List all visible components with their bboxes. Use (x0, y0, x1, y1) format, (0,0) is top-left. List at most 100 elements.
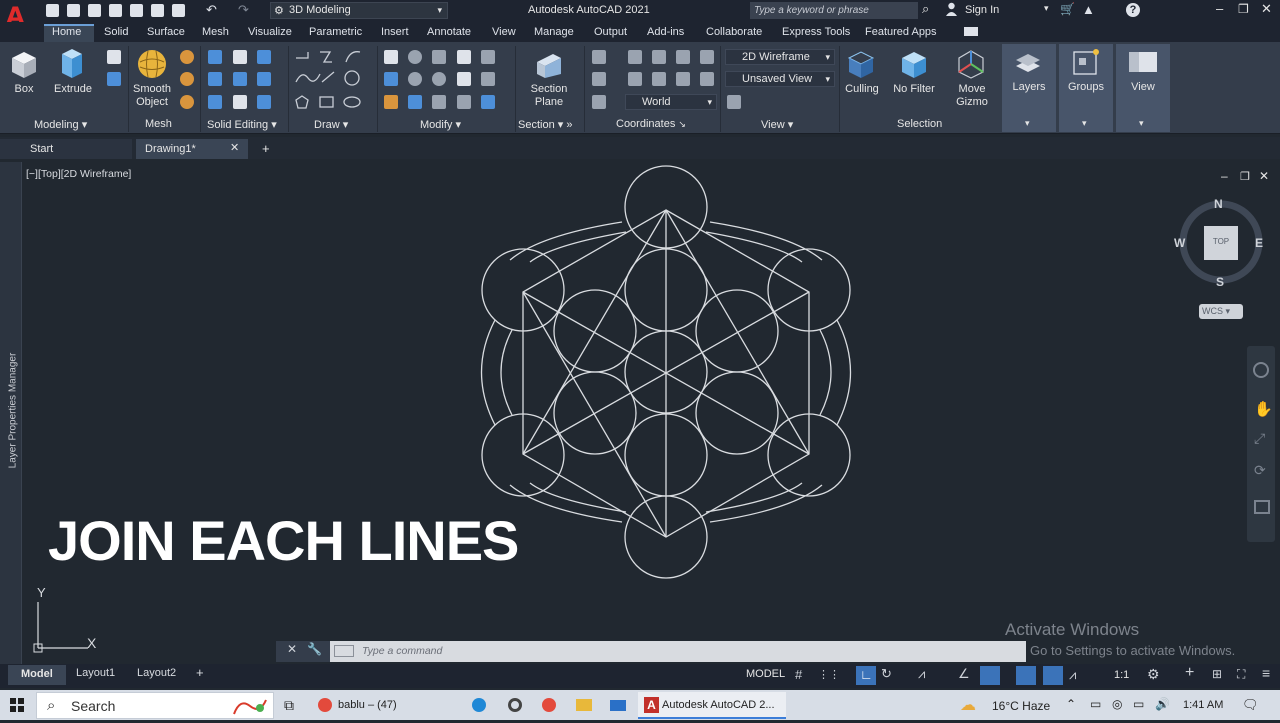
fillet-icon[interactable] (481, 72, 495, 86)
weather-icon[interactable]: ☁ (960, 695, 976, 715)
customization-icon[interactable]: ≡ (1262, 665, 1270, 681)
tab-express-tools[interactable]: Express Tools (782, 26, 850, 38)
section-plane-icon[interactable] (533, 48, 565, 80)
array-icon[interactable] (481, 95, 495, 109)
shell-icon[interactable] (257, 95, 271, 109)
move-gizmo-icon[interactable] (955, 48, 987, 80)
undo-icon[interactable]: ↶ (206, 2, 217, 18)
slice-icon[interactable] (208, 95, 222, 109)
ucs-view-icon[interactable] (700, 50, 714, 64)
tab-start[interactable]: Start (0, 139, 132, 159)
user-icon[interactable] (946, 2, 957, 16)
restore-icon[interactable]: ❐ (1238, 2, 1249, 16)
new-file-icon[interactable] (46, 4, 59, 17)
ucs-object-icon[interactable] (700, 72, 714, 86)
presspull-icon[interactable] (107, 72, 121, 86)
annotation-scale-value[interactable]: 1:1 (1114, 669, 1129, 681)
chevron-down-icon[interactable]: ▾ (1139, 118, 1144, 129)
task-view-icon[interactable]: ⧉ (284, 697, 294, 714)
mirror-icon[interactable] (384, 72, 398, 86)
panel-modify-label[interactable]: Modify ▾ (420, 118, 461, 131)
viewport-close-icon[interactable]: ✕ (1259, 169, 1269, 183)
compass-west-label[interactable]: W (1174, 236, 1185, 250)
tab-parametric[interactable]: Parametric (309, 26, 362, 38)
save-as-icon[interactable] (109, 4, 122, 17)
tab-featured-apps[interactable]: Featured Apps (865, 26, 937, 38)
network-icon[interactable]: ◎ (1112, 697, 1122, 711)
pan-icon[interactable]: ✋ (1254, 400, 1273, 418)
tab-manage[interactable]: Manage (534, 26, 574, 38)
autodesk-a360-icon[interactable]: ▲ (1082, 2, 1095, 17)
ucs-dropdown[interactable]: World ▾ (625, 94, 717, 110)
ucs-icon[interactable] (592, 50, 606, 64)
sign-in-button[interactable]: Sign In (965, 4, 999, 16)
tab-collaborate[interactable]: Collaborate (706, 26, 762, 38)
object-snap-tracking-icon[interactable]: ∠ (958, 666, 970, 682)
thicken-icon[interactable] (233, 95, 247, 109)
no-filter-icon[interactable] (898, 48, 930, 80)
ucs-y-icon[interactable] (652, 50, 666, 64)
search-icon[interactable]: ⌕ (922, 1, 929, 17)
tab-addins[interactable]: Add-ins (647, 26, 684, 38)
subtract-icon[interactable] (233, 50, 247, 64)
cloud-open-icon[interactable] (130, 4, 143, 17)
close-icon[interactable]: ✕ (1261, 1, 1272, 17)
annotation-scale-icon[interactable]: ⩘ (1069, 667, 1076, 683)
ucs-named-icon[interactable] (592, 72, 606, 86)
rotate-3d-icon[interactable] (408, 50, 422, 64)
copy-icon[interactable] (408, 95, 422, 109)
model-space-button[interactable]: MODEL (746, 668, 785, 680)
units-icon[interactable]: ⊞ (1212, 667, 1222, 681)
help-search-input[interactable]: Type a keyword or phrase (750, 2, 918, 19)
chevron-down-icon[interactable]: ▾ (1044, 3, 1049, 14)
draw-tools[interactable] (294, 48, 374, 112)
minimize-icon[interactable]: – (1216, 1, 1223, 16)
cloud-save-icon[interactable] (151, 4, 164, 17)
command-customize-icon[interactable]: 🔧 (307, 642, 322, 656)
cart-icon[interactable]: 🛒 (1060, 2, 1075, 16)
tab-model[interactable]: Model (8, 665, 66, 685)
ucs-x-icon[interactable] (628, 50, 642, 64)
move-3d-icon[interactable] (432, 50, 446, 64)
viewcube-top-label[interactable]: TOP (1204, 237, 1238, 246)
device-icon[interactable]: ▭ (1133, 697, 1144, 711)
ucs-face-icon[interactable] (592, 95, 606, 109)
file-explorer-icon[interactable] (576, 699, 592, 711)
workspace-dropdown[interactable]: ⚙ 3D Modeling ▾ (270, 2, 448, 19)
erase-icon[interactable] (384, 95, 398, 109)
tab-solid[interactable]: Solid (104, 26, 128, 38)
no-filter-button[interactable]: No Filter (888, 83, 940, 96)
tab-home[interactable]: Home (52, 26, 81, 38)
ucs-z-icon[interactable] (676, 50, 690, 64)
panel-modeling-label[interactable]: Modeling ▾ (34, 118, 87, 131)
chrome-icon[interactable] (542, 698, 556, 712)
redo-icon[interactable]: ↷ (238, 2, 249, 18)
command-close-icon[interactable]: ✕ (287, 642, 297, 656)
panel-section-label[interactable]: Section ▾ » (518, 118, 572, 131)
panel-selection-label[interactable]: Selection (897, 118, 942, 130)
move-icon[interactable] (384, 50, 398, 64)
clock-time[interactable]: 1:41 AM (1183, 699, 1223, 711)
tab-layout2[interactable]: Layout2 (137, 667, 176, 679)
chrome-icon[interactable] (318, 698, 332, 712)
tab-output[interactable]: Output (594, 26, 627, 38)
zoom-extents-icon[interactable]: ⤢ (1254, 430, 1265, 447)
align-icon[interactable] (457, 72, 471, 86)
object-snap-toggle[interactable] (980, 666, 1000, 685)
tab-layout1[interactable]: Layout1 (76, 667, 115, 679)
media-icon[interactable] (508, 698, 522, 712)
panel-view-label[interactable]: View ▾ (761, 118, 793, 131)
chevron-down-icon[interactable]: ▾ (1025, 118, 1030, 129)
snap-icon[interactable]: ⋮⋮ (818, 668, 840, 681)
notifications-icon[interactable]: 🗨 (1242, 697, 1259, 713)
command-input[interactable]: Type a command (330, 641, 1026, 662)
mesh-smooth-more-icon[interactable] (180, 50, 194, 64)
separate-icon[interactable] (257, 72, 271, 86)
polar-tracking-icon[interactable]: ↻ (881, 666, 892, 682)
panel-coordinates-label[interactable]: Coordinates ↘ (616, 118, 686, 130)
extract-edges-icon[interactable] (208, 72, 222, 86)
tab-insert[interactable]: Insert (381, 26, 409, 38)
imprint-icon[interactable] (233, 72, 247, 86)
save-icon[interactable] (88, 4, 101, 17)
tab-surface[interactable]: Surface (147, 26, 185, 38)
